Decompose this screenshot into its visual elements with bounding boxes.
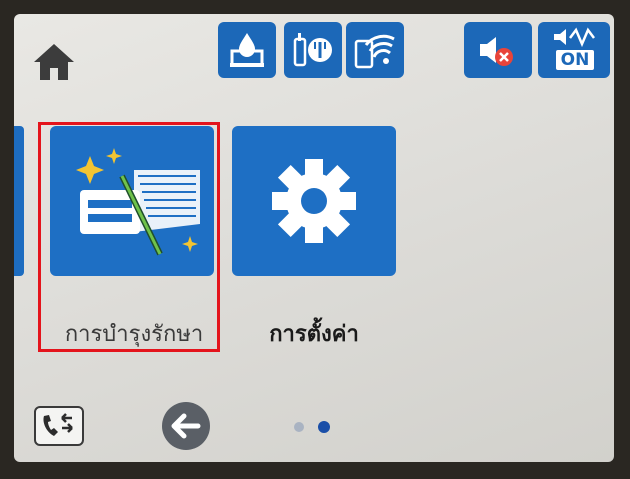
sound-muted-icon (476, 29, 518, 71)
arrow-left-icon (171, 413, 201, 439)
wifi-status[interactable] (346, 22, 404, 78)
maintenance-label[interactable]: การบำรุงรักษา (48, 316, 220, 351)
maintenance-tile[interactable] (50, 126, 214, 276)
wifi-icon (354, 29, 396, 71)
service-access-icon (292, 29, 334, 71)
quiet-mode-on-text: ON (556, 50, 594, 70)
printer-lcd-screen: ON การบำรุงรักษา การตั้งค่า (14, 14, 614, 462)
service-status[interactable] (284, 22, 342, 78)
ink-level-status[interactable] (218, 22, 276, 78)
ink-level-icon (226, 29, 268, 71)
settings-tile[interactable] (232, 126, 396, 276)
previous-page-tile-edge[interactable] (14, 126, 24, 276)
page-indicator-dot-1[interactable] (294, 422, 304, 432)
home-icon[interactable] (32, 40, 76, 84)
sound-status[interactable] (464, 22, 532, 78)
settings-label[interactable]: การตั้งค่า (232, 316, 396, 351)
back-button[interactable] (162, 402, 210, 450)
status-bar: ON (218, 22, 610, 78)
fax-log-button[interactable] (34, 406, 84, 446)
bottom-bar (14, 398, 614, 462)
quiet-mode-status[interactable]: ON (538, 22, 610, 78)
fax-phone-icon (43, 413, 73, 436)
gear-icon (272, 159, 356, 243)
maintenance-icon (76, 148, 200, 256)
page-indicator-dot-2[interactable] (318, 421, 330, 433)
